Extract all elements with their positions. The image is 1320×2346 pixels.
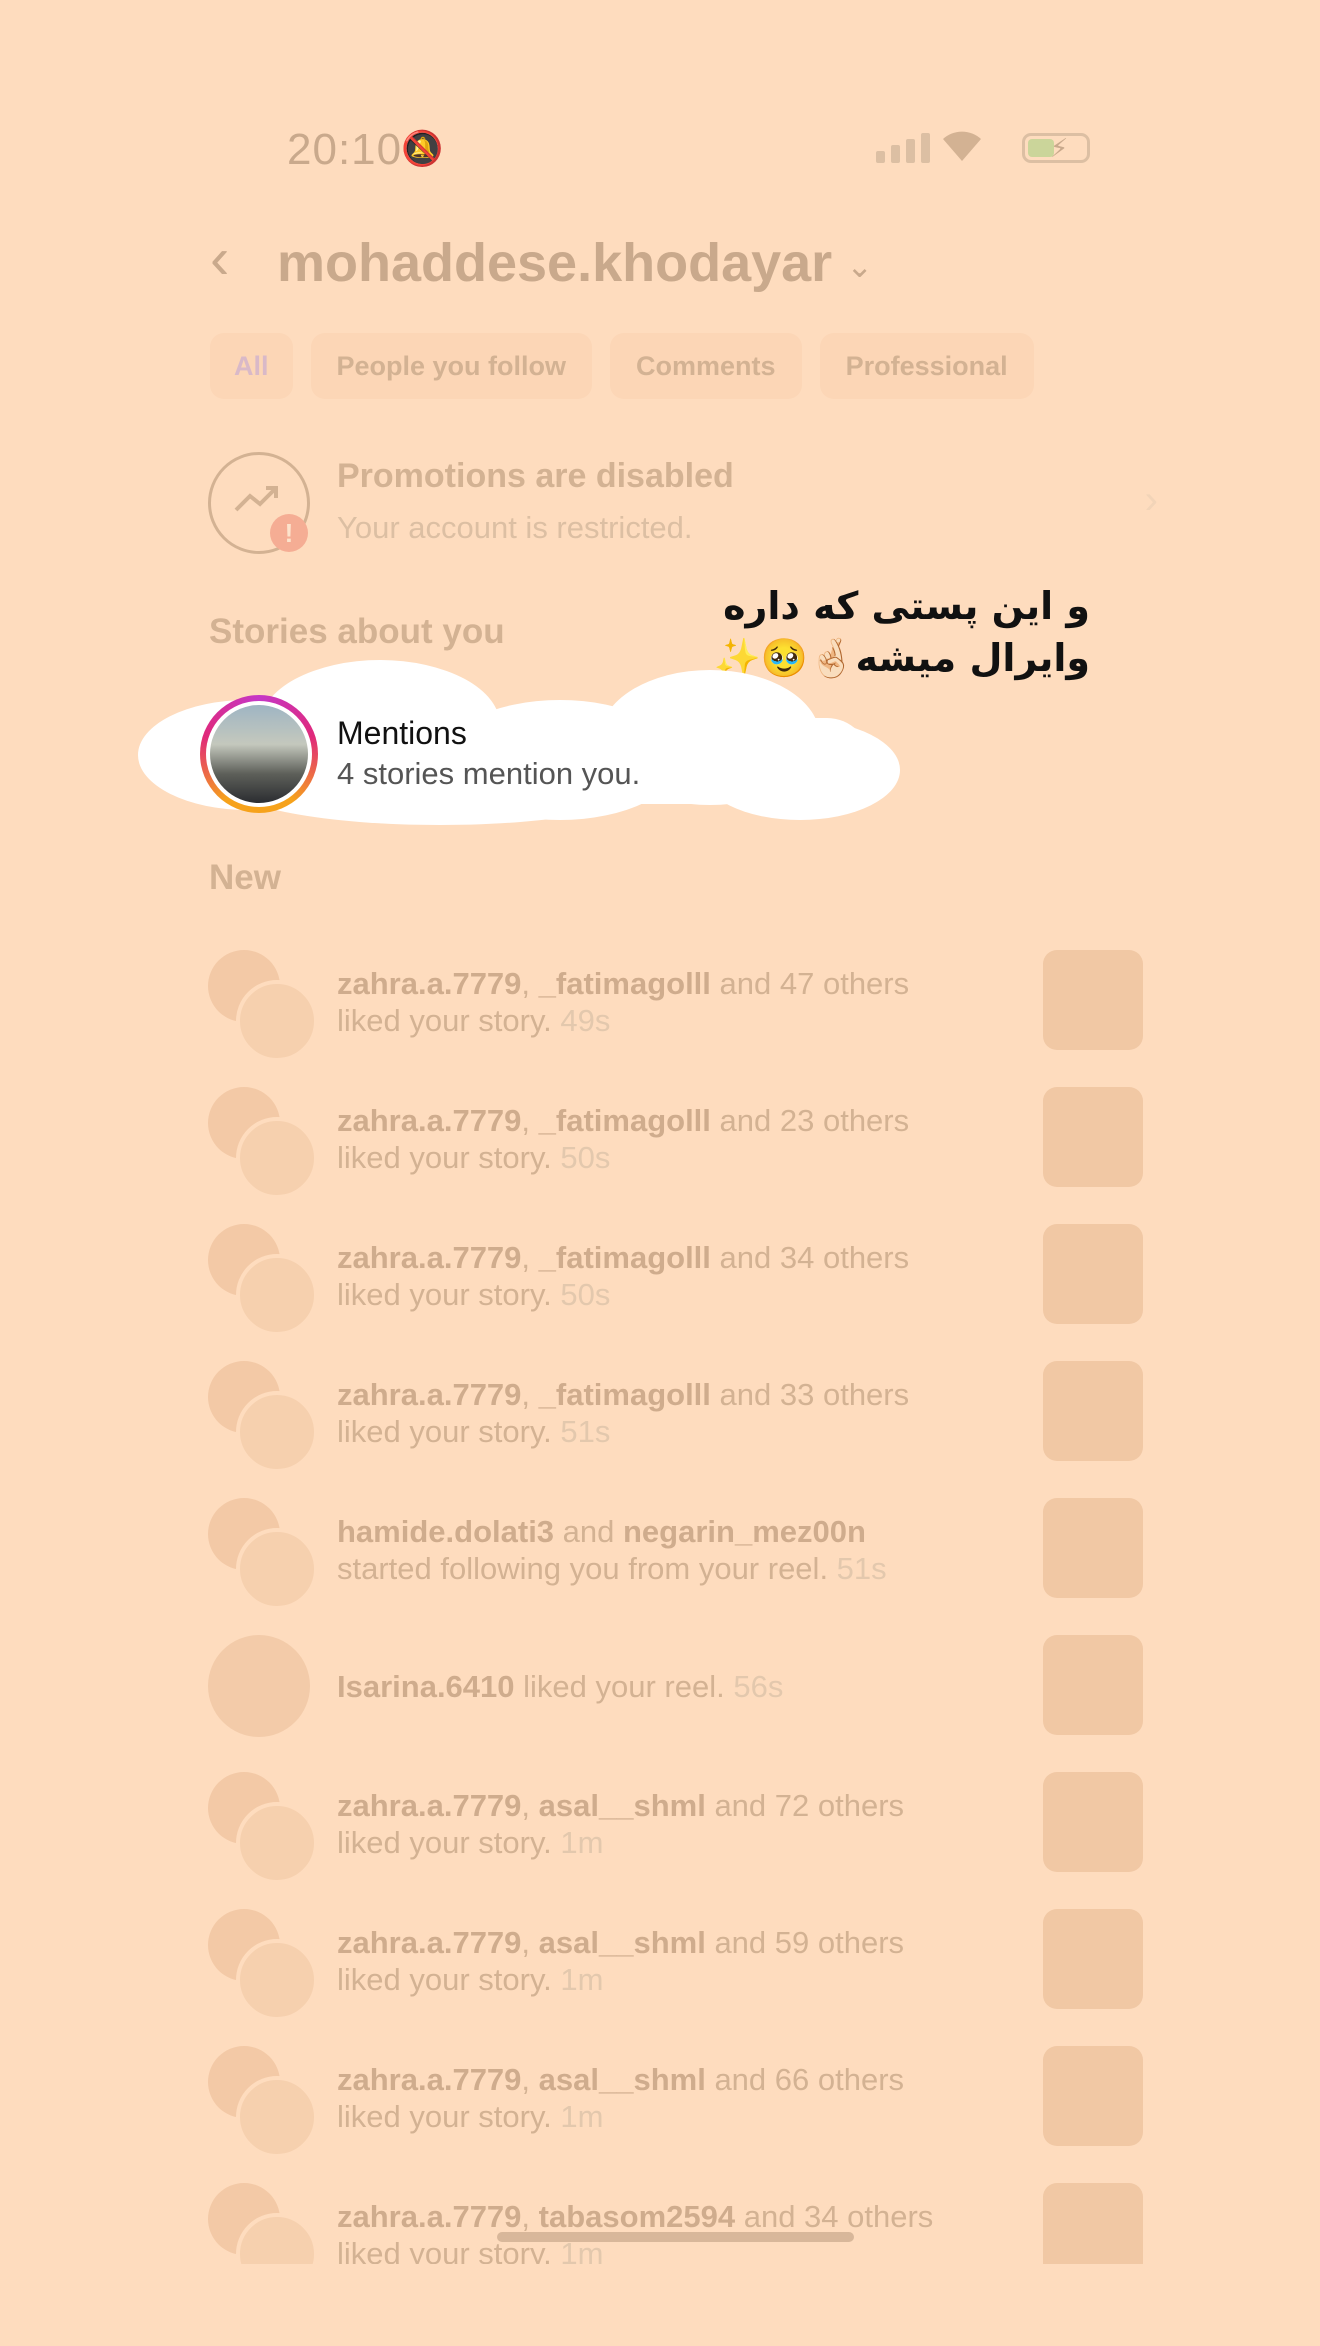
avatar	[236, 980, 318, 1062]
back-arrow-icon[interactable]: ‹	[210, 230, 265, 288]
header: ‹ mohaddese.khodayar ⌄	[210, 228, 873, 298]
list-item[interactable]: hamide.dolati3 and negarin_mez00n started…	[208, 1498, 1143, 1610]
story-thumbnail[interactable]	[1043, 950, 1143, 1050]
list-item[interactable]: zahra.a.7779, asal__shml and 59 others li…	[208, 1909, 1143, 2021]
mentions-avatar[interactable]	[200, 695, 318, 813]
avatar	[236, 2076, 318, 2158]
tab-comments[interactable]: Comments	[610, 333, 802, 399]
story-thumbnail[interactable]	[1043, 1087, 1143, 1187]
bell-muted-icon: 🔕	[401, 130, 444, 168]
status-bar: 20:10 🔕 ⚡	[285, 125, 1090, 175]
tab-all[interactable]: All	[210, 333, 293, 399]
reel-thumbnail[interactable]	[1043, 1498, 1143, 1598]
avatar	[208, 1635, 310, 1737]
mentions-subtitle: 4 stories mention you.	[337, 756, 641, 791]
chevron-right-icon: ›	[1144, 478, 1158, 522]
section-stories-about-you: Stories about you	[209, 612, 505, 651]
list-item[interactable]: zahra.a.7779, _fatimagolll and 34 others…	[208, 1224, 1143, 1336]
list-item[interactable]: zahra.a.7779, _fatimagolll and 47 others…	[208, 950, 1143, 1062]
overlay-caption: و این پستی که داره وایرال میشه🤞🏻🥹✨	[700, 580, 1090, 684]
story-thumbnail[interactable]	[1043, 1224, 1143, 1324]
tab-people-you-follow[interactable]: People you follow	[310, 333, 593, 399]
status-time: 20:10	[287, 125, 403, 174]
home-indicator[interactable]	[497, 2232, 854, 2242]
overlay-caption-line: و این پستی که داره	[723, 584, 1090, 628]
section-new: New	[209, 858, 281, 897]
story-thumbnail[interactable]	[1043, 2046, 1143, 2146]
bottom-fade	[0, 2264, 1320, 2346]
promotions-notice[interactable]: ! Promotions are disabled Your account i…	[208, 452, 1158, 556]
avatar	[236, 1528, 318, 1610]
avatar	[236, 1391, 318, 1473]
wifi-icon	[943, 131, 981, 161]
mentions-title[interactable]: Mentions	[337, 715, 467, 752]
list-item[interactable]: zahra.a.7779, asal__shml and 66 others li…	[208, 2046, 1143, 2158]
story-thumbnail[interactable]	[1043, 1909, 1143, 2009]
story-thumbnail[interactable]	[1043, 1361, 1143, 1461]
promotions-subtitle: Your account is restricted.	[337, 510, 693, 545]
cellular-signal-icon	[876, 133, 930, 163]
tab-professional[interactable]: Professional	[819, 333, 1034, 399]
avatar	[236, 1254, 318, 1336]
avatar	[236, 1117, 318, 1199]
avatar	[236, 1939, 318, 2021]
chevron-down-icon[interactable]: ⌄	[846, 247, 873, 285]
list-item[interactable]: Isarina.6410 liked your reel. 56s	[208, 1635, 1143, 1739]
list-item[interactable]: zahra.a.7779, _fatimagolll and 23 others…	[208, 1087, 1143, 1199]
list-item[interactable]: zahra.a.7779, asal__shml and 72 others li…	[208, 1772, 1143, 1884]
promotions-title: Promotions are disabled	[337, 457, 734, 495]
avatar	[236, 1802, 318, 1884]
warning-icon: !	[270, 514, 308, 552]
story-thumbnail[interactable]	[1043, 1772, 1143, 1872]
reel-thumbnail[interactable]	[1043, 1635, 1143, 1735]
account-switcher[interactable]: mohaddese.khodayar	[277, 232, 832, 294]
filter-tabs: All People you follow Comments Professio…	[210, 333, 1034, 399]
battery-icon: ⚡	[1022, 133, 1090, 163]
list-item[interactable]: zahra.a.7779, _fatimagolll and 33 others…	[208, 1361, 1143, 1473]
